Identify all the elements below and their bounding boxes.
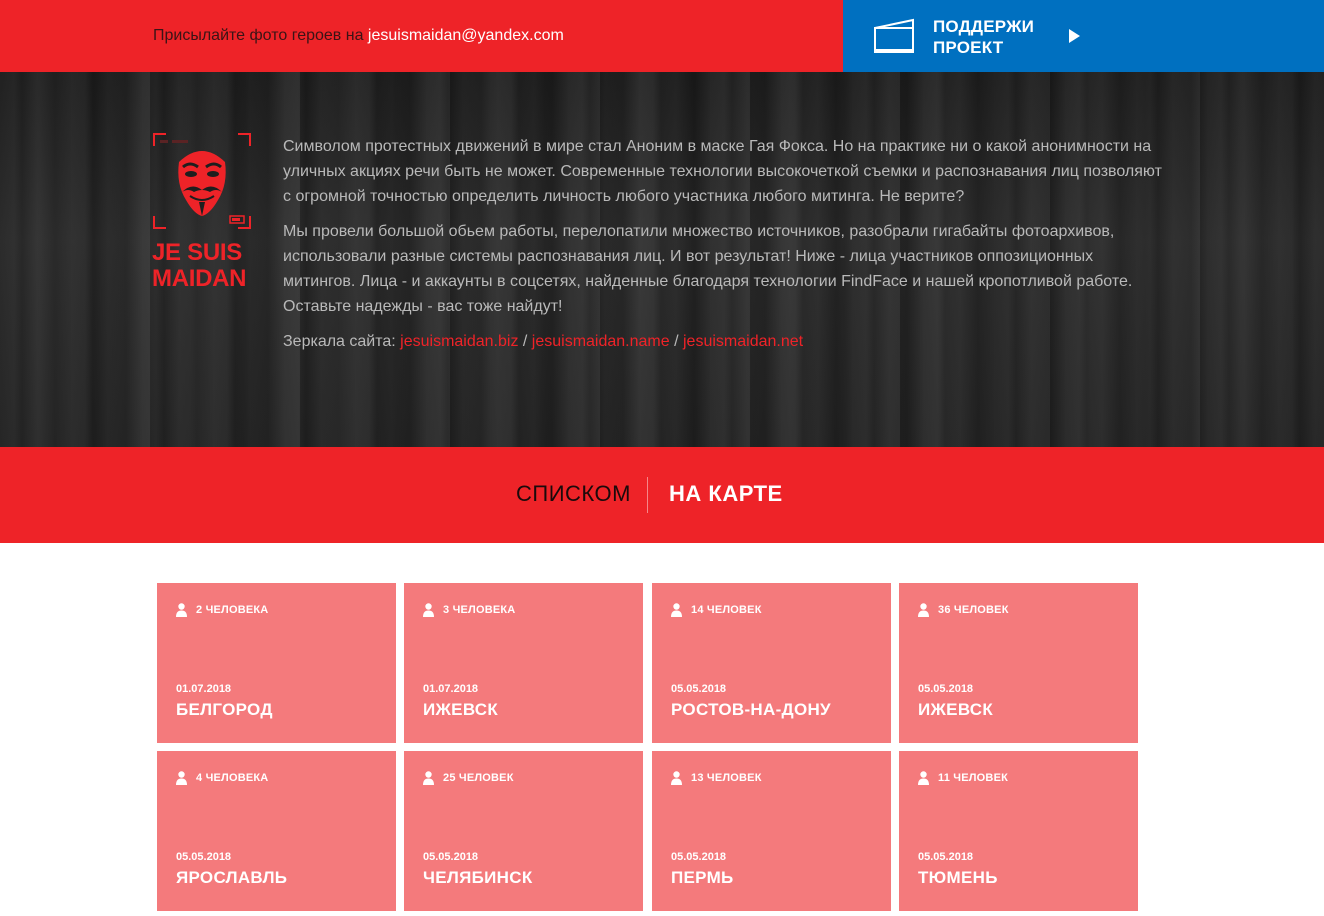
mirror-separator: / bbox=[669, 333, 683, 350]
send-photos-label: Присылайте фото героев на bbox=[153, 27, 368, 44]
card-count: 14 ЧЕЛОВЕК bbox=[671, 603, 762, 617]
tab-divider bbox=[647, 477, 648, 513]
card-count: 13 ЧЕЛОВЕК bbox=[671, 771, 762, 785]
card-city: ЯРОСЛАВЛЬ bbox=[176, 868, 288, 887]
card-count-label: 14 ЧЕЛОВЕК bbox=[691, 604, 762, 616]
person-icon bbox=[176, 603, 187, 617]
rally-card[interactable]: 13 ЧЕЛОВЕК 05.05.2018 ПЕРМЬ bbox=[652, 751, 891, 911]
card-count: 36 ЧЕЛОВЕК bbox=[918, 603, 1009, 617]
banknote-icon bbox=[874, 18, 914, 53]
card-date: 01.07.2018 bbox=[423, 683, 479, 695]
support-project-label: ПОДДЕРЖИ ПРОЕКТ bbox=[933, 16, 1063, 58]
card-count-label: 3 ЧЕЛОВЕКА bbox=[443, 604, 516, 616]
intro-text: Символом протестных движений в мире стал… bbox=[283, 134, 1163, 364]
top-bar: Присылайте фото героев на jesuismaidan@y… bbox=[0, 0, 1324, 72]
card-count-label: 25 ЧЕЛОВЕК bbox=[443, 772, 514, 784]
card-date: 05.05.2018 bbox=[671, 851, 727, 863]
person-icon bbox=[423, 603, 434, 617]
card-city: ИЖЕВСК bbox=[918, 700, 994, 719]
rally-card[interactable]: 3 ЧЕЛОВЕКА 01.07.2018 ИЖЕВСК bbox=[404, 583, 643, 743]
card-date: 05.05.2018 bbox=[671, 683, 727, 695]
card-date: 05.05.2018 bbox=[918, 683, 974, 695]
play-arrow-icon bbox=[1069, 29, 1080, 43]
person-icon bbox=[423, 771, 434, 785]
card-city: ИЖЕВСК bbox=[423, 700, 499, 719]
send-photos-text: Присылайте фото героев на jesuismaidan@y… bbox=[153, 27, 564, 45]
card-city: ПЕРМЬ bbox=[671, 868, 734, 887]
person-icon bbox=[918, 603, 929, 617]
rally-card[interactable]: 36 ЧЕЛОВЕК 05.05.2018 ИЖЕВСК bbox=[899, 583, 1138, 743]
view-tabs: СПИСКОМ НА КАРТЕ bbox=[0, 447, 1324, 543]
hero-section: JE SUIS MAIDAN Символом протестных движе… bbox=[0, 72, 1324, 447]
card-count-label: 36 ЧЕЛОВЕК bbox=[938, 604, 1009, 616]
guy-fawkes-mask-icon bbox=[153, 133, 251, 229]
support-label-line2: ПРОЕКТ bbox=[933, 38, 1004, 57]
card-city: БЕЛГОРОД bbox=[176, 700, 273, 719]
tab-list-view[interactable]: СПИСКОМ bbox=[516, 481, 631, 507]
card-city: ТЮМЕНЬ bbox=[918, 868, 998, 887]
person-icon bbox=[671, 603, 682, 617]
intro-paragraph-1: Символом протестных движений в мире стал… bbox=[283, 138, 1162, 205]
intro-paragraph-2-text: Мы провели большой обьем работы, перелоп… bbox=[283, 223, 1133, 290]
card-date: 01.07.2018 bbox=[176, 683, 232, 695]
send-photos-bar: Присылайте фото героев на jesuismaidan@y… bbox=[0, 0, 843, 72]
mirrors-line: Зеркала сайта: jesuismaidan.biz / jesuis… bbox=[283, 329, 1163, 354]
person-icon bbox=[918, 771, 929, 785]
logo-text: JE SUIS MAIDAN bbox=[152, 239, 247, 292]
card-count-label: 2 ЧЕЛОВЕКА bbox=[196, 604, 269, 616]
person-icon bbox=[671, 771, 682, 785]
site-logo[interactable]: JE SUIS MAIDAN bbox=[152, 132, 254, 292]
logo-line1: JE SUIS bbox=[152, 239, 242, 266]
support-label-line1: ПОДДЕРЖИ bbox=[933, 17, 1035, 36]
intro-paragraph-2: Мы провели большой обьем работы, перелоп… bbox=[283, 219, 1163, 319]
card-count-label: 11 ЧЕЛОВЕК bbox=[938, 772, 1009, 784]
card-count-label: 13 ЧЕЛОВЕК bbox=[691, 772, 762, 784]
logo-line2: MAIDAN bbox=[152, 265, 247, 292]
card-count-label: 4 ЧЕЛОВЕКА bbox=[196, 772, 269, 784]
card-date: 05.05.2018 bbox=[176, 851, 232, 863]
rally-card[interactable]: 4 ЧЕЛОВЕКА 05.05.2018 ЯРОСЛАВЛЬ bbox=[157, 751, 396, 911]
card-count: 2 ЧЕЛОВЕКА bbox=[176, 603, 268, 617]
card-date: 05.05.2018 bbox=[918, 851, 974, 863]
rally-card[interactable]: 14 ЧЕЛОВЕК 05.05.2018 РОСТОВ-НА-ДОНУ bbox=[652, 583, 891, 743]
tab-map-view[interactable]: НА КАРТЕ bbox=[669, 481, 783, 507]
mirror-separator: / bbox=[518, 333, 532, 350]
intro-paragraph-3: Оставьте надежды - вас тоже найдут! bbox=[283, 298, 563, 315]
mirrors-label: Зеркала сайта: bbox=[283, 333, 401, 350]
rally-card[interactable]: 25 ЧЕЛОВЕК 05.05.2018 ЧЕЛЯБИНСК bbox=[404, 751, 643, 911]
card-date: 05.05.2018 bbox=[423, 851, 479, 863]
send-photos-email-link[interactable]: jesuismaidan@yandex.com bbox=[368, 27, 564, 44]
card-city: РОСТОВ-НА-ДОНУ bbox=[671, 700, 831, 719]
card-count: 3 ЧЕЛОВЕКА bbox=[423, 603, 515, 617]
card-count: 11 ЧЕЛОВЕК bbox=[918, 771, 1008, 785]
mirror-link-net[interactable]: jesuismaidan.net bbox=[683, 333, 803, 350]
mirror-link-biz[interactable]: jesuismaidan.biz bbox=[400, 333, 518, 350]
rally-card[interactable]: 11 ЧЕЛОВЕК 05.05.2018 ТЮМЕНЬ bbox=[899, 751, 1138, 911]
person-icon bbox=[176, 771, 187, 785]
rally-card[interactable]: 2 ЧЕЛОВЕКА 01.07.2018 БЕЛГОРОД bbox=[157, 583, 396, 743]
card-city: ЧЕЛЯБИНСК bbox=[423, 868, 533, 887]
mirror-link-name[interactable]: jesuismaidan.name bbox=[532, 333, 670, 350]
support-project-button[interactable]: ПОДДЕРЖИ ПРОЕКТ bbox=[843, 0, 1324, 72]
card-count: 4 ЧЕЛОВЕКА bbox=[176, 771, 268, 785]
card-count: 25 ЧЕЛОВЕК bbox=[423, 771, 514, 785]
